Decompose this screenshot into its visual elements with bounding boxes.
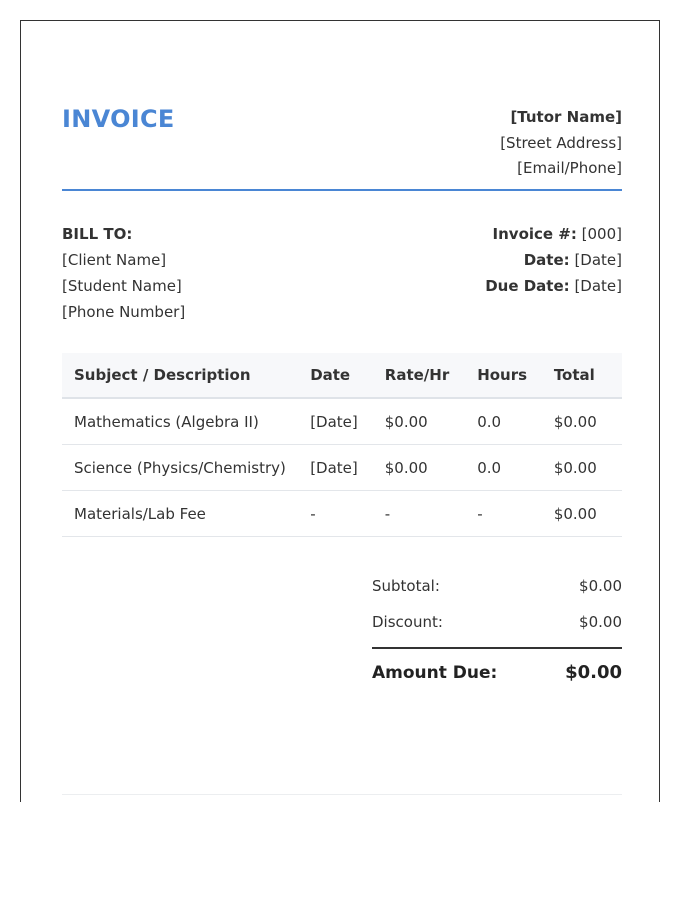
amount-due-label: Amount Due: [372,663,498,683]
invoice-title: INVOICE [62,105,175,133]
student-name: [Student Name] [62,277,182,295]
table-row: Materials/Lab Fee - - - $0.00 [62,490,622,537]
amount-due-value: $0.00 [565,662,622,683]
tutor-street-address: [Street Address] [500,133,622,152]
row-date: [Date] [298,444,373,491]
due-date-row: Due Date: [Date] [485,273,622,299]
tutor-info: [Tutor Name] [Street Address] [Email/Pho… [500,105,622,182]
invoice-number-value: [000] [581,225,622,243]
invoice-meta: Invoice #: [000] Date: [Date] Due Date: … [485,221,622,299]
row-hours: 0.0 [465,444,542,491]
subtotal-row: Subtotal: $0.00 [372,571,622,607]
table-header-row: Subject / Description Date Rate/Hr Hours… [62,353,622,399]
due-date-value: [Date] [574,277,622,295]
row-hours: - [465,490,542,537]
row-description: Science (Physics/Chemistry) [62,444,299,491]
discount-value: $0.00 [579,613,622,631]
row-total: $0.00 [541,490,622,537]
footer-divider [62,794,622,795]
row-rate: $0.00 [372,398,466,445]
discount-label: Discount: [372,613,443,631]
row-total: $0.00 [541,444,622,491]
column-header-date: Date [298,353,373,399]
row-date: [Date] [298,398,373,445]
bill-to-label: BILL TO: [62,225,133,243]
invoice-date-value: [Date] [574,251,622,269]
row-date: - [298,490,373,537]
bill-to-block: BILL TO: [Client Name] [Student Name] [P… [62,221,185,325]
invoice-header: INVOICE [Tutor Name] [Street Address] [E… [62,105,622,191]
subtotal-label: Subtotal: [372,577,440,595]
line-items-table: Subject / Description Date Rate/Hr Hours… [62,353,622,537]
row-rate: - [372,490,466,537]
subtotal-value: $0.00 [579,577,622,595]
column-header-total: Total [541,353,622,399]
table-row: Science (Physics/Chemistry) [Date] $0.00… [62,444,622,491]
invoice-date-row: Date: [Date] [485,247,622,273]
tutor-name: [Tutor Name] [510,108,622,126]
invoice-page: INVOICE [Tutor Name] [Street Address] [E… [20,20,660,802]
discount-row: Discount: $0.00 [372,607,622,643]
invoice-date-label: Date: [523,251,570,269]
amount-due-row: Amount Due: $0.00 [372,647,622,693]
row-total: $0.00 [541,398,622,445]
invoice-number-row: Invoice #: [000] [485,221,622,247]
due-date-label: Due Date: [485,277,570,295]
invoice-number-label: Invoice #: [492,225,577,243]
totals-block: Subtotal: $0.00 Discount: $0.00 Amount D… [372,571,622,693]
column-header-hours: Hours [465,353,542,399]
row-description: Mathematics (Algebra II) [62,398,299,445]
client-name: [Client Name] [62,251,167,269]
phone-number: [Phone Number] [62,303,186,321]
tutor-email-phone: [Email/Phone] [517,159,622,177]
column-header-description: Subject / Description [62,353,299,399]
column-header-rate: Rate/Hr [372,353,466,399]
row-description: Materials/Lab Fee [62,490,299,537]
billing-section: BILL TO: [Client Name] [Student Name] [P… [62,221,622,331]
row-hours: 0.0 [465,398,542,445]
row-rate: $0.00 [372,444,466,491]
table-row: Mathematics (Algebra II) [Date] $0.00 0.… [62,398,622,445]
